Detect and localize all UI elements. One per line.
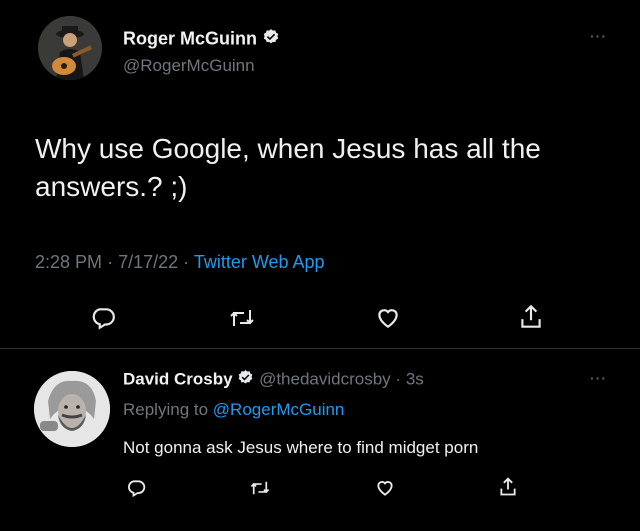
tweet-meta: 2:28 PM · 7/17/22 · Twitter Web App <box>35 252 325 273</box>
crosby-handle[interactable]: @thedavidcrosby <box>259 369 391 388</box>
crosby-name[interactable]: David Crosby <box>123 369 233 388</box>
roger-name[interactable]: Roger McGuinn <box>123 28 257 48</box>
meta-separator: · <box>107 252 114 272</box>
meta-separator: · <box>183 252 190 272</box>
tweet-date[interactable]: 7/17/22 <box>118 252 178 272</box>
roger-handle[interactable]: @RogerMcGuinn <box>123 56 255 76</box>
like-icon[interactable] <box>374 305 402 331</box>
meta-separator: · <box>395 369 402 389</box>
roger-avatar[interactable] <box>38 16 102 80</box>
crosby-name-row: David Crosby @thedavidcrosby · 3s <box>123 369 424 391</box>
crosby-avatar[interactable] <box>34 371 110 447</box>
divider <box>0 348 640 349</box>
like-icon[interactable] <box>374 478 396 498</box>
tweet-text-line2: answers.? ;) <box>35 171 188 202</box>
reply-icon[interactable] <box>126 478 146 498</box>
more-icon[interactable]: ··· <box>590 28 607 44</box>
roger-avatar-image <box>38 16 102 80</box>
tweet-source[interactable]: Twitter Web App <box>194 252 325 272</box>
replying-to-handle[interactable]: @RogerMcGuinn <box>213 400 345 419</box>
replying-to: Replying to @RogerMcGuinn <box>123 400 344 420</box>
reply-icon[interactable] <box>90 305 116 331</box>
retweet-icon[interactable] <box>249 478 271 498</box>
replying-to-label: Replying to <box>123 400 209 419</box>
verified-badge-icon <box>237 369 254 391</box>
roger-name-row: Roger McGuinn <box>123 28 280 51</box>
more-icon[interactable]: ··· <box>590 370 607 386</box>
share-icon[interactable] <box>518 303 544 331</box>
verified-badge-icon <box>262 28 280 51</box>
tweet-time[interactable]: 2:28 PM <box>35 252 102 272</box>
share-icon[interactable] <box>498 476 518 498</box>
tweet-text-line1: Why use Google, when Jesus has all the <box>35 133 541 164</box>
retweet-icon[interactable] <box>228 305 256 331</box>
reply-text: Not gonna ask Jesus where to find midget… <box>123 438 479 457</box>
crosby-avatar-image <box>34 371 110 447</box>
reply-age[interactable]: 3s <box>406 369 424 388</box>
tweet-text: Why use Google, when Jesus has all the a… <box>35 130 541 206</box>
